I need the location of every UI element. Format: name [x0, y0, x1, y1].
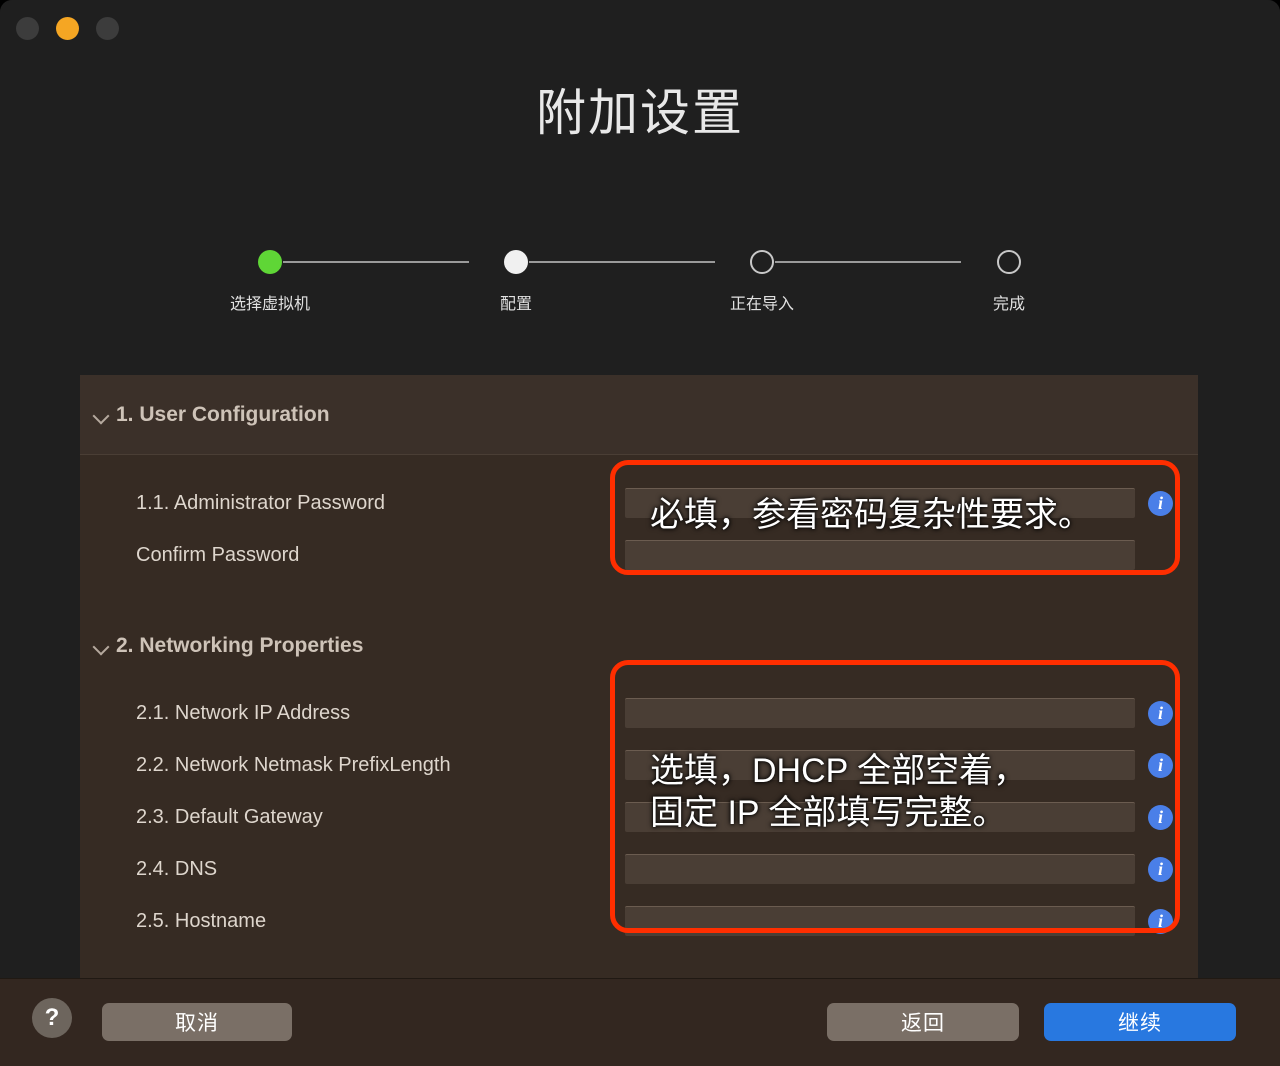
info-icon[interactable]: i: [1148, 700, 1173, 726]
network-ip-address-input[interactable]: [625, 698, 1135, 728]
back-button[interactable]: 返回: [827, 1003, 1019, 1041]
section-title: 2. Networking Properties: [116, 634, 364, 657]
field-label: 2.4. DNS: [136, 857, 218, 880]
step-label: 配置: [499, 296, 532, 313]
step-dot-todo-icon: [997, 250, 1021, 274]
field-label: 2.5. Hostname: [136, 909, 267, 932]
section-title: 1. User Configuration: [116, 402, 330, 426]
help-button[interactable]: ?: [32, 998, 72, 1038]
section-header-user-configuration[interactable]: 1. User Configuration: [80, 375, 1198, 455]
cancel-button[interactable]: 取消: [102, 1003, 292, 1041]
form-row: 2.4. DNS i: [80, 843, 1198, 895]
step-label: 选择虚拟机: [229, 296, 310, 313]
form-row: 2.1. Network IP Address i: [80, 687, 1198, 739]
field-label: 2.1. Network IP Address: [136, 701, 351, 724]
step-finish[interactable]: 完成: [949, 250, 1069, 314]
title-bar: [0, 0, 1280, 56]
confirm-password-input[interactable]: [625, 540, 1135, 570]
info-icon[interactable]: i: [1148, 908, 1173, 934]
form-row: 1.1. Administrator Password i: [80, 477, 1198, 529]
close-window-button[interactable]: [16, 17, 39, 40]
field-label: 2.3. Default Gateway: [136, 805, 323, 828]
wizard-stepper: 选择虚拟机 配置 正在导入 完成: [223, 250, 1033, 320]
hostname-input[interactable]: [625, 906, 1135, 936]
continue-button[interactable]: 继续: [1044, 1003, 1236, 1041]
step-configure[interactable]: 配置: [456, 250, 576, 314]
info-icon[interactable]: i: [1148, 856, 1173, 882]
step-label: 完成: [992, 296, 1025, 313]
form-row: 2.2. Network Netmask PrefixLength i: [80, 739, 1198, 791]
step-dot-done-icon: [258, 250, 282, 274]
step-label: 正在导入: [729, 296, 794, 313]
section-rows-networking-properties: 2.1. Network IP Address i 2.2. Network N…: [80, 669, 1198, 947]
info-icon[interactable]: i: [1148, 804, 1173, 830]
network-netmask-prefixlength-input[interactable]: [625, 750, 1135, 780]
step-dot-current-icon: [504, 250, 528, 274]
step-importing[interactable]: 正在导入: [702, 250, 822, 314]
step-dot-todo-icon: [750, 250, 774, 274]
form-row: Confirm Password: [80, 529, 1198, 581]
step-select-vm[interactable]: 选择虚拟机: [210, 250, 330, 314]
app-window: 附加设置 选择虚拟机 配置 正在导入 完成 1. User Configurat…: [0, 0, 1280, 1066]
section-header-networking-properties[interactable]: 2. Networking Properties: [80, 623, 1198, 669]
field-label: Confirm Password: [136, 543, 300, 566]
dns-input[interactable]: [625, 854, 1135, 884]
zoom-window-button[interactable]: [96, 17, 119, 40]
form-row: 2.5. Hostname i: [80, 895, 1198, 947]
field-label: 1.1. Administrator Password: [136, 491, 385, 514]
info-icon[interactable]: i: [1148, 752, 1173, 778]
default-gateway-input[interactable]: [625, 802, 1135, 832]
info-icon[interactable]: i: [1148, 490, 1173, 516]
form-row: 2.3. Default Gateway i: [80, 791, 1198, 843]
chevron-down-icon[interactable]: [91, 405, 111, 425]
page-title: 附加设置: [536, 85, 744, 141]
traffic-light-controls: [16, 17, 119, 40]
chevron-down-icon[interactable]: [91, 636, 111, 656]
administrator-password-input[interactable]: [625, 488, 1135, 518]
minimize-window-button[interactable]: [56, 17, 79, 40]
settings-panel: 1. User Configuration 1.1. Administrator…: [80, 375, 1198, 978]
field-label: 2.2. Network Netmask PrefixLength: [136, 753, 451, 776]
section-rows-user-configuration: 1.1. Administrator Password i Confirm Pa…: [80, 455, 1198, 581]
